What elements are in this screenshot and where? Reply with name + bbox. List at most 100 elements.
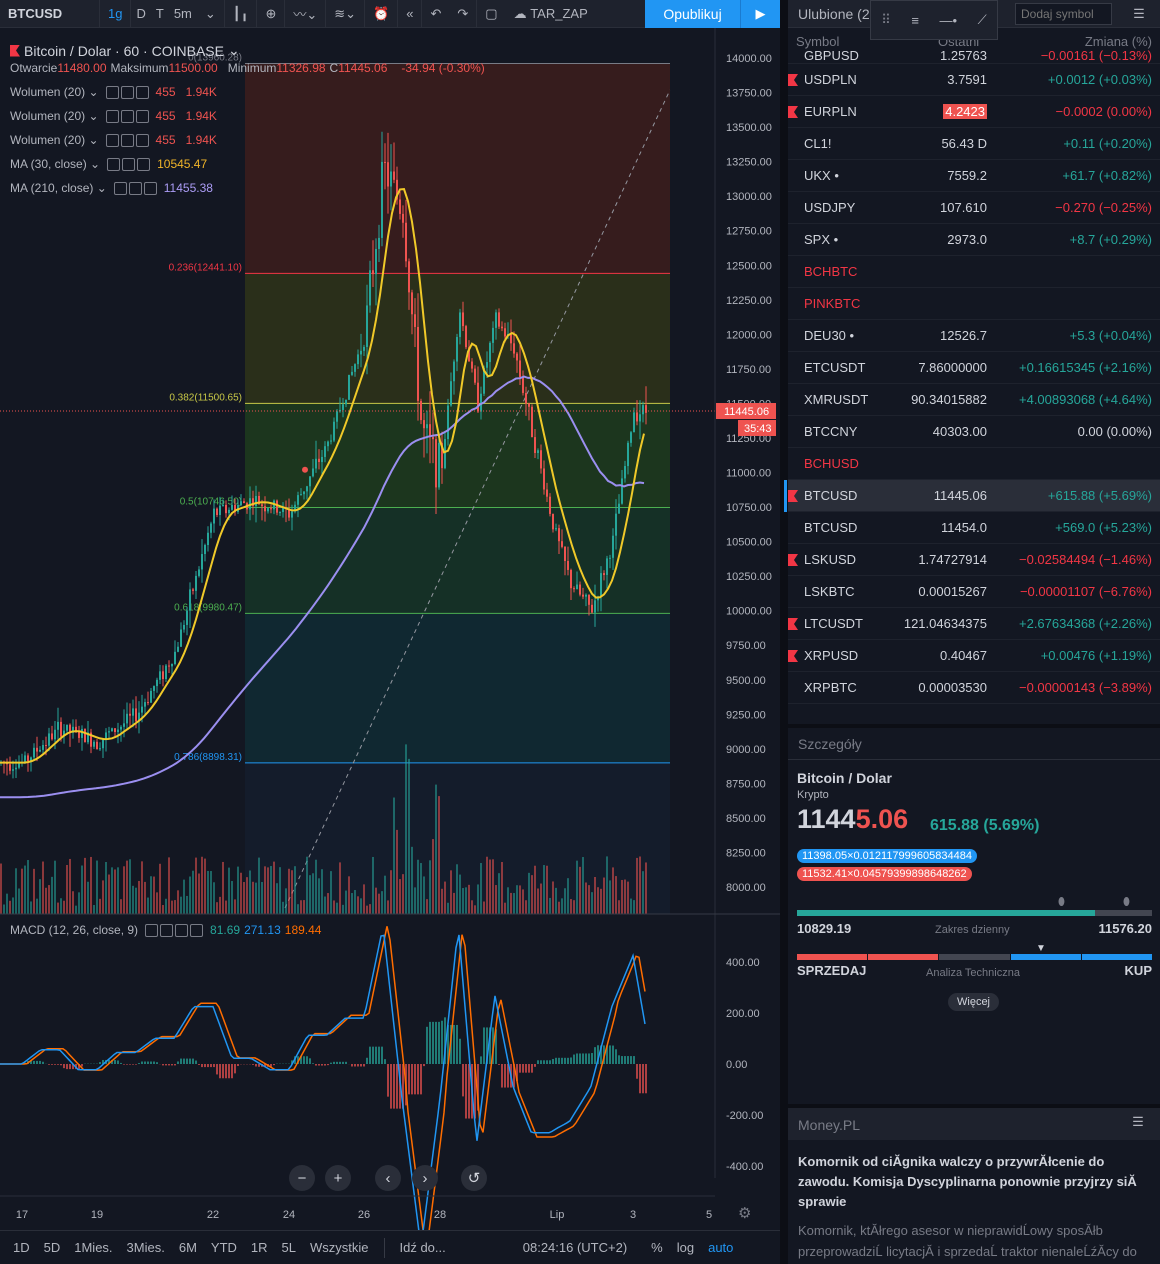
symbol-search[interactable]: BTCUSD — [0, 0, 100, 28]
range-1mies[interactable]: 1Mies. — [67, 1240, 119, 1255]
settings-icon[interactable] — [122, 157, 136, 171]
interval-d[interactable]: D — [131, 0, 150, 28]
watchlist-row[interactable]: BCHUSD — [788, 448, 1160, 480]
auto-scale-toggle[interactable]: auto — [701, 1240, 740, 1255]
gear-icon[interactable]: ⚙ — [738, 1204, 751, 1222]
template-button[interactable]: ☁ TAR_ZAP — [506, 0, 596, 28]
replay-button[interactable]: « — [398, 0, 423, 28]
eye-icon[interactable] — [113, 181, 127, 195]
watchlist-row[interactable]: USDPLN 3.7591 +0.0012 (+0.03%) — [788, 64, 1160, 96]
zoom-in-button[interactable]: + — [325, 1165, 351, 1191]
goto-date-button[interactable]: Idź do... — [393, 1240, 453, 1255]
publish-button[interactable]: Opublikuj — [645, 0, 740, 28]
watchlist-row[interactable]: SPX • 2973.0 +8.7 (+0.29%) — [788, 224, 1160, 256]
indicator-legend[interactable]: Wolumen (20) ⌄ 455 1.94K — [10, 85, 217, 99]
close-icon[interactable] — [135, 109, 149, 123]
indicator-legend[interactable]: MA (30, close) ⌄ 10545.47 — [10, 157, 207, 171]
flag-icon[interactable] — [788, 554, 798, 566]
settings-icon[interactable] — [175, 923, 189, 937]
watchlist-row[interactable]: USDJPY 107.610 −0.270 (−0.25%) — [788, 192, 1160, 224]
col-symbol[interactable]: Symbol — [796, 34, 839, 49]
watchlist-row[interactable]: LSKUSD 1.74727914 −0.02584494 (−1.46%) — [788, 544, 1160, 576]
range-5d[interactable]: 5D — [37, 1240, 68, 1255]
indicator-legend[interactable]: MA (210, close) ⌄ 11455.38 — [10, 181, 213, 195]
eye-icon[interactable] — [107, 157, 121, 171]
panel-divider[interactable] — [780, 0, 788, 1264]
indicators-button[interactable]: 〰⌄ — [285, 0, 327, 28]
watchlist-row[interactable]: CL1! 56.43 D +0.11 (+0.20%) — [788, 128, 1160, 160]
more-button[interactable]: Więcej — [948, 993, 1000, 1011]
interval-t[interactable]: T — [151, 0, 169, 28]
add-indicator-button[interactable]: ⊕ — [257, 0, 286, 28]
alert-button[interactable]: ⏰ — [365, 0, 399, 28]
settings-icon[interactable] — [128, 181, 142, 195]
watchlist-row[interactable]: DEU30 • 12526.7 +5.3 (+0.04%) — [788, 320, 1160, 352]
close-icon[interactable] — [135, 133, 149, 147]
settings-icon[interactable] — [120, 85, 134, 99]
range-5l[interactable]: 5L — [275, 1240, 303, 1255]
indicator-legend[interactable]: Wolumen (20) ⌄ 455 1.94K — [10, 109, 217, 123]
interval-dropdown[interactable]: ⌄ — [197, 0, 225, 28]
watchlist-row[interactable]: BTCUSD 11454.0 +569.0 (+5.23%) — [788, 512, 1160, 544]
redo-button[interactable]: ↷ — [449, 0, 478, 28]
chart-canvas[interactable]: 0(13960.28)0.236(12441.10)0.382(11500.65… — [0, 28, 780, 1230]
undo-button[interactable]: ↶ — [422, 0, 449, 28]
code-icon[interactable] — [160, 923, 174, 937]
publish-play-button[interactable]: ▶ — [740, 0, 780, 28]
hlines-icon[interactable]: ≡ — [911, 13, 919, 28]
range-3mies[interactable]: 3Mies. — [120, 1240, 172, 1255]
horizontal-line-icon[interactable]: —• — [939, 13, 957, 28]
watchlist-title[interactable]: Ulubione (2 — [788, 6, 870, 22]
indicator-controls[interactable] — [105, 133, 149, 147]
zoom-out-button[interactable]: − — [289, 1165, 315, 1191]
close-icon[interactable] — [135, 85, 149, 99]
watchlist-row[interactable]: GBPUSD 1.25763 −0.00161 (−0.13%) — [788, 48, 1160, 64]
watchlist-row[interactable]: LTCUSDT 121.04634375 +2.67634368 (+2.26%) — [788, 608, 1160, 640]
close-icon[interactable] — [143, 181, 157, 195]
scroll-left-button[interactable]: ‹ — [375, 1165, 401, 1191]
watchlist-row[interactable]: PINKBTC — [788, 288, 1160, 320]
settings-icon[interactable] — [120, 109, 134, 123]
indicator-controls[interactable] — [105, 109, 149, 123]
layout-button[interactable]: ▢ — [477, 0, 505, 28]
eye-icon[interactable] — [145, 923, 159, 937]
indicator-controls[interactable] — [107, 157, 151, 171]
macd-legend[interactable]: MACD (12, 26, close, 9) 81.69 271.13 189… — [10, 923, 321, 937]
ta-label[interactable]: Analiza Techniczna — [926, 967, 1020, 979]
details-header[interactable]: Szczegóły — [788, 728, 1160, 760]
add-symbol-input[interactable] — [1015, 3, 1112, 25]
range-1d[interactable]: 1D — [6, 1240, 37, 1255]
drag-handle-icon[interactable]: ⠿ — [881, 12, 891, 28]
news-headline[interactable]: Komornik od ciĂgnika walczy o przywrĂłce… — [798, 1152, 1150, 1212]
chart-type-button[interactable]: ┃╻ — [225, 0, 258, 28]
news-menu-button[interactable]: ☰ — [1124, 1114, 1152, 1136]
range-wszystkie[interactable]: Wszystkie — [303, 1240, 376, 1255]
range-1r[interactable]: 1R — [244, 1240, 275, 1255]
indicator-controls[interactable] — [145, 923, 204, 937]
watchlist-menu-button[interactable]: ☰ — [1125, 3, 1153, 25]
watchlist-row[interactable]: BCHBTC — [788, 256, 1160, 288]
chart-title[interactable]: Bitcoin / Dolar · 60 · COINBASE ⌄ — [10, 42, 240, 59]
eye-icon[interactable] — [105, 133, 119, 147]
indicator-legend[interactable]: Wolumen (20) ⌄ 455 1.94K — [10, 133, 217, 147]
percent-scale-toggle[interactable]: % — [644, 1240, 670, 1255]
range-6m[interactable]: 6M — [172, 1240, 204, 1255]
watchlist-row[interactable]: UKX • 7559.2 +61.7 (+0.82%) — [788, 160, 1160, 192]
compare-button[interactable]: ≋⌄ — [326, 0, 366, 28]
watchlist-row[interactable]: XRPUSD 0.40467 +0.00476 (+1.19%) — [788, 640, 1160, 672]
range-ytd[interactable]: YTD — [204, 1240, 244, 1255]
eye-icon[interactable] — [105, 85, 119, 99]
interval-5m[interactable]: 5m — [169, 0, 197, 28]
trend-line-icon[interactable]: ⟋ — [978, 12, 987, 28]
chart-area[interactable]: 0(13960.28) 0.236(12441.10) 0.382(11500.65… — [0, 28, 780, 1230]
watchlist-row[interactable]: XMRUSDT 90.34015882 +4.00893068 (+4.64%) — [788, 384, 1160, 416]
flag-icon[interactable] — [788, 490, 798, 502]
flag-icon[interactable] — [788, 618, 798, 630]
reset-chart-button[interactable]: ↺ — [461, 1165, 487, 1191]
flag-icon[interactable] — [788, 74, 798, 86]
indicator-controls[interactable] — [113, 181, 157, 195]
log-scale-toggle[interactable]: log — [670, 1240, 701, 1255]
close-icon[interactable] — [137, 157, 151, 171]
flag-icon[interactable] — [788, 650, 798, 662]
settings-icon[interactable] — [120, 133, 134, 147]
